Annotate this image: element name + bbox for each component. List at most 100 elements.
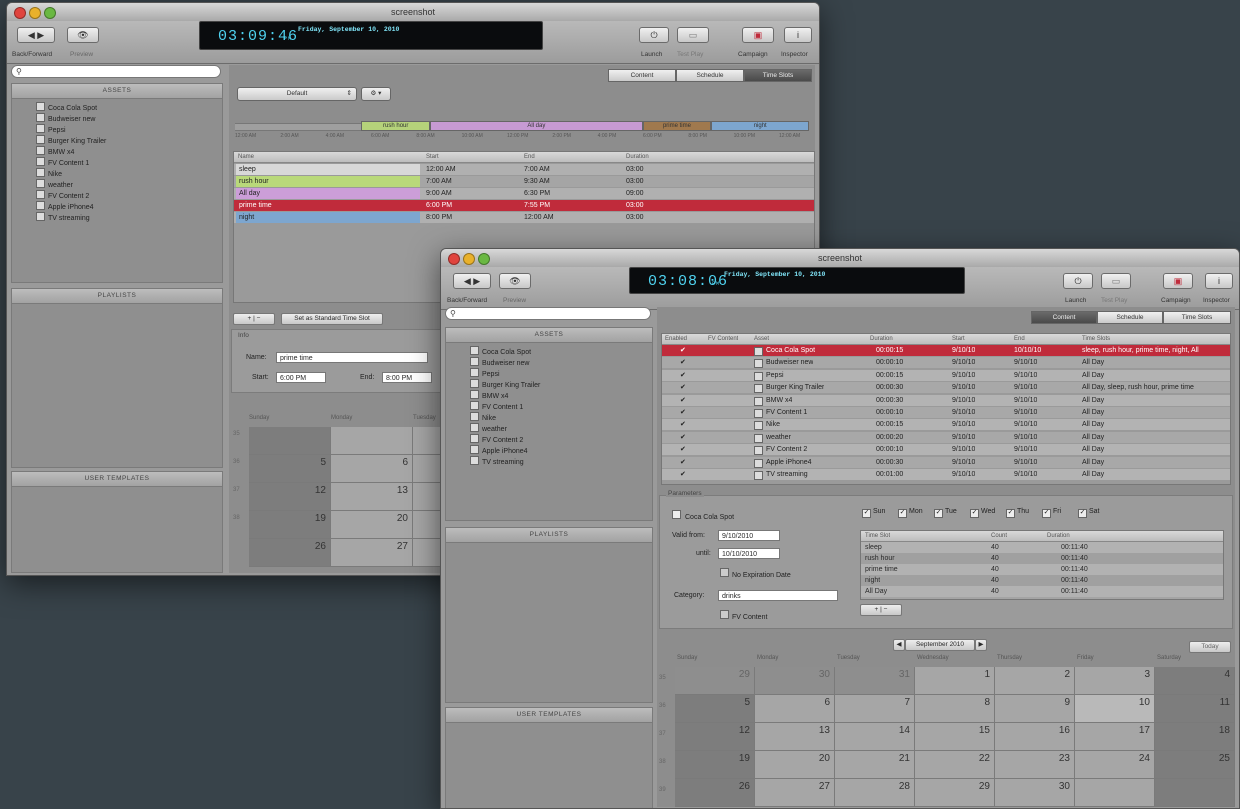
enabled-check-icon[interactable]: ✔: [680, 469, 686, 480]
asset-item[interactable]: Apple iPhone4: [36, 201, 94, 211]
timeline-band[interactable]: All day: [430, 121, 643, 131]
enabled-check-icon[interactable]: ✔: [680, 382, 686, 393]
name-field[interactable]: prime time: [276, 352, 428, 363]
calendar-day-cell[interactable]: 25: [1155, 751, 1235, 779]
calendar-day-cell[interactable]: 6: [331, 455, 413, 483]
schedule-dropdown[interactable]: Default ⇕: [237, 87, 357, 101]
calendar-day-cell[interactable]: 20: [755, 751, 835, 779]
calendar-day-cell[interactable]: 23: [995, 751, 1075, 779]
calendar-day-cell[interactable]: 16: [995, 723, 1075, 751]
enabled-check-icon[interactable]: ✔: [680, 345, 686, 356]
tab-content[interactable]: Content: [1031, 311, 1097, 324]
enabled-check-icon[interactable]: ✔: [680, 444, 686, 455]
asset-item[interactable]: Budweiser new: [470, 357, 529, 367]
weekday-checkbox[interactable]: ✓ Wed: [970, 508, 995, 518]
preview-button[interactable]: 👁: [67, 27, 99, 43]
close-button[interactable]: [448, 253, 460, 265]
calendar-day-cell[interactable]: 27: [331, 539, 413, 567]
calendar-day-cell[interactable]: 14: [835, 723, 915, 751]
inspector-button[interactable]: i: [784, 27, 812, 43]
table-row[interactable]: All day 9:00 AM 6:30 PM 09:00: [234, 188, 814, 199]
calendar-day-cell[interactable]: 15: [915, 723, 995, 751]
category-field[interactable]: drinks: [718, 590, 838, 601]
asset-item[interactable]: TV streaming: [36, 212, 90, 222]
slot-row[interactable]: prime time 40 00:11:40: [861, 564, 1223, 575]
zoom-button[interactable]: [44, 7, 56, 19]
enabled-check-icon[interactable]: ✔: [680, 419, 686, 430]
back-forward-button[interactable]: ◀ ▶: [17, 27, 55, 43]
asset-item[interactable]: Burger King Trailer: [36, 135, 106, 145]
table-row[interactable]: ✔ FV Content 2 00:00:10 9/10/10 9/10/10 All D…: [662, 444, 1230, 456]
campaign-button[interactable]: ▣: [1163, 273, 1193, 289]
campaign-button[interactable]: ▣: [742, 27, 774, 43]
calendar-day-cell[interactable]: [331, 427, 413, 455]
minimize-button[interactable]: [463, 253, 475, 265]
minimize-button[interactable]: [29, 7, 41, 19]
table-row[interactable]: ✔ Coca Cola Spot 00:00:15 9/10/10 10/10/10 sl…: [662, 345, 1230, 356]
fv-content-checkbox[interactable]: FV Content: [720, 610, 767, 621]
asset-item[interactable]: FV Content 2: [470, 434, 523, 444]
prev-month-button[interactable]: ◀: [893, 639, 905, 651]
asset-item[interactable]: FV Content 1: [470, 401, 523, 411]
calendar-day-cell[interactable]: 3: [1075, 667, 1155, 695]
enabled-check-icon[interactable]: ✔: [680, 395, 686, 406]
set-standard-button[interactable]: Set as Standard Time Slot: [281, 313, 383, 325]
table-row[interactable]: rush hour 7:00 AM 9:30 AM 03:00: [234, 176, 814, 187]
inspector-button[interactable]: i: [1205, 273, 1233, 289]
asset-item[interactable]: Burger King Trailer: [470, 379, 540, 389]
no-expiration-checkbox[interactable]: No Expiration Date: [720, 568, 791, 579]
asset-item[interactable]: FV Content 1: [36, 157, 89, 167]
calendar-day-cell[interactable]: 26: [249, 539, 331, 567]
launch-button[interactable]: ⏻: [1063, 273, 1093, 289]
calendar-day-cell[interactable]: 9: [995, 695, 1075, 723]
calendar-day-cell[interactable]: 13: [331, 483, 413, 511]
enabled-check-icon[interactable]: ✔: [680, 457, 686, 468]
asset-item[interactable]: Budweiser new: [36, 113, 95, 123]
calendar-day-cell[interactable]: 5: [675, 695, 755, 723]
table-row[interactable]: night 8:00 PM 12:00 AM 03:00: [234, 212, 814, 223]
calendar-day-cell[interactable]: 27: [755, 779, 835, 807]
slot-add-remove-buttons[interactable]: + | −: [860, 604, 902, 616]
table-row[interactable]: ✔ TV streaming 00:01:00 9/10/10 9/10/10 All D…: [662, 469, 1230, 480]
calendar-day-cell[interactable]: [1075, 779, 1155, 807]
calendar-day-cell[interactable]: [249, 427, 331, 455]
weekday-checkbox[interactable]: ✓ Tue: [934, 508, 957, 518]
table-row[interactable]: ✔ weather 00:00:20 9/10/10 9/10/10 All Day: [662, 431, 1230, 443]
calendar-day-cell[interactable]: 26: [675, 779, 755, 807]
tab-time-slots[interactable]: Time Slots: [744, 69, 812, 82]
timeline-band[interactable]: prime time: [642, 121, 712, 131]
next-month-button[interactable]: ▶: [975, 639, 987, 651]
calendar-day-cell[interactable]: 22: [915, 751, 995, 779]
tab-schedule[interactable]: Schedule: [676, 69, 744, 82]
calendar-day-cell[interactable]: 30: [755, 667, 835, 695]
start-field[interactable]: 6:00 PM: [276, 372, 326, 383]
weekday-checkbox[interactable]: ✓ Fri: [1042, 508, 1061, 518]
calendar-day-cell[interactable]: 12: [249, 483, 331, 511]
zoom-button[interactable]: [478, 253, 490, 265]
table-row[interactable]: ✔ Burger King Trailer 00:00:30 9/10/10 9/10/…: [662, 382, 1230, 394]
asset-item[interactable]: BMW x4: [36, 146, 74, 156]
asset-item[interactable]: Pepsi: [36, 124, 66, 134]
calendar-day-cell[interactable]: [1155, 779, 1235, 807]
end-field[interactable]: 8:00 PM: [382, 372, 432, 383]
table-row[interactable]: sleep 12:00 AM 7:00 AM 03:00: [234, 164, 814, 175]
calendar-day-cell[interactable]: 2: [995, 667, 1075, 695]
timeline[interactable]: rush hour All day prime time night 12:00 AM…: [235, 115, 809, 141]
calendar-day-cell[interactable]: 19: [249, 511, 331, 539]
calendar-day-cell[interactable]: 8: [915, 695, 995, 723]
table-row[interactable]: ✔ Apple iPhone4 00:00:30 9/10/10 9/10/10 All …: [662, 456, 1230, 468]
calendar-day-cell[interactable]: 30: [995, 779, 1075, 807]
slot-row[interactable]: night 40 00:11:40: [861, 575, 1223, 586]
launch-button[interactable]: ⏻: [639, 27, 669, 43]
asset-item[interactable]: Coca Cola Spot: [36, 102, 97, 112]
asset-item[interactable]: Apple iPhone4: [470, 445, 528, 455]
table-row[interactable]: ✔ Pepsi 00:00:15 9/10/10 9/10/10 All Day: [662, 369, 1230, 381]
enabled-check-icon[interactable]: ✔: [680, 370, 686, 381]
close-button[interactable]: [14, 7, 26, 19]
asset-item[interactable]: FV Content 2: [36, 190, 89, 200]
asset-item[interactable]: BMW x4: [470, 390, 508, 400]
test-play-button[interactable]: ▭: [677, 27, 709, 43]
table-row[interactable]: prime time 6:00 PM 7:55 PM 03:00: [234, 200, 814, 211]
weekday-checkbox[interactable]: ✓ Sat: [1078, 508, 1100, 518]
asset-item[interactable]: Coca Cola Spot: [470, 346, 531, 356]
